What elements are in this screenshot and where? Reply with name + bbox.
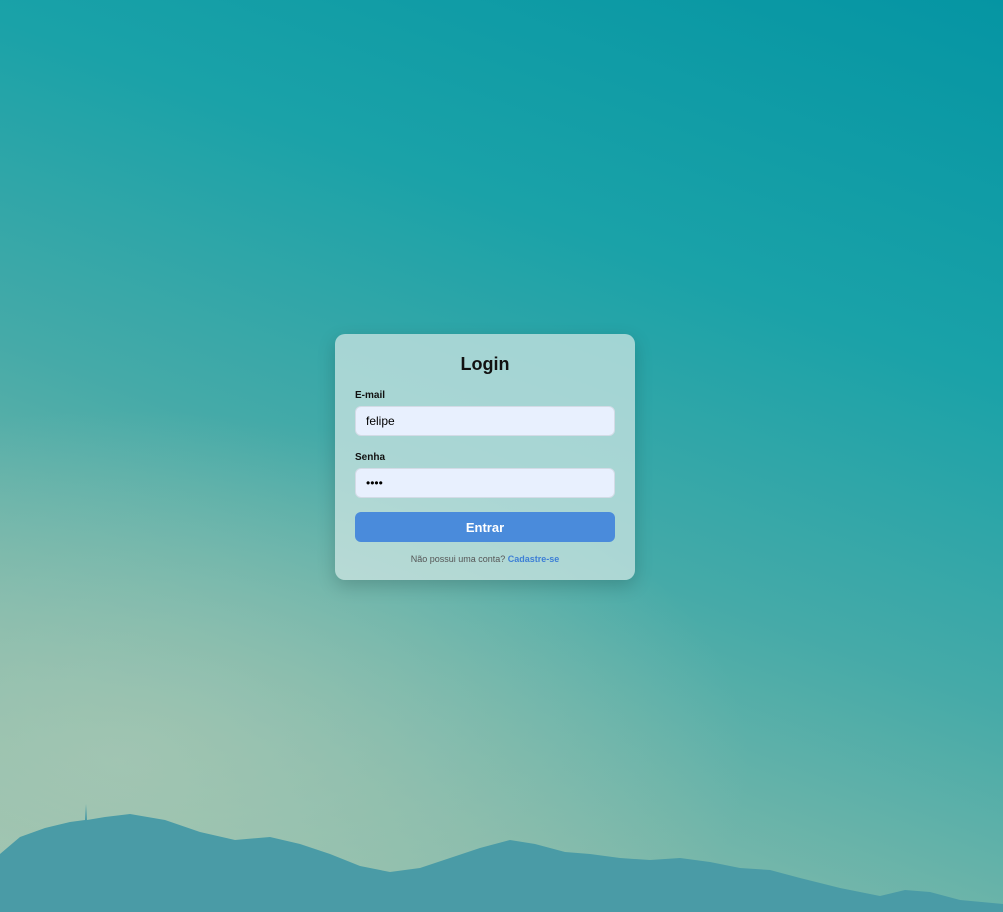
signup-row: Não possui uma conta? Cadastre-se (355, 554, 615, 564)
signup-link[interactable]: Cadastre-se (508, 554, 560, 564)
mountain-silhouette (0, 804, 1003, 912)
password-field[interactable] (355, 468, 615, 498)
email-field[interactable] (355, 406, 615, 436)
password-label: Senha (355, 452, 386, 463)
login-card: Login E-mail Senha Entrar Não possui uma… (335, 334, 635, 580)
email-label: E-mail (355, 390, 386, 401)
login-title: Login (460, 354, 510, 374)
signup-prompt: Não possui uma conta? (410, 554, 508, 564)
login-button[interactable]: Entrar (355, 512, 615, 542)
